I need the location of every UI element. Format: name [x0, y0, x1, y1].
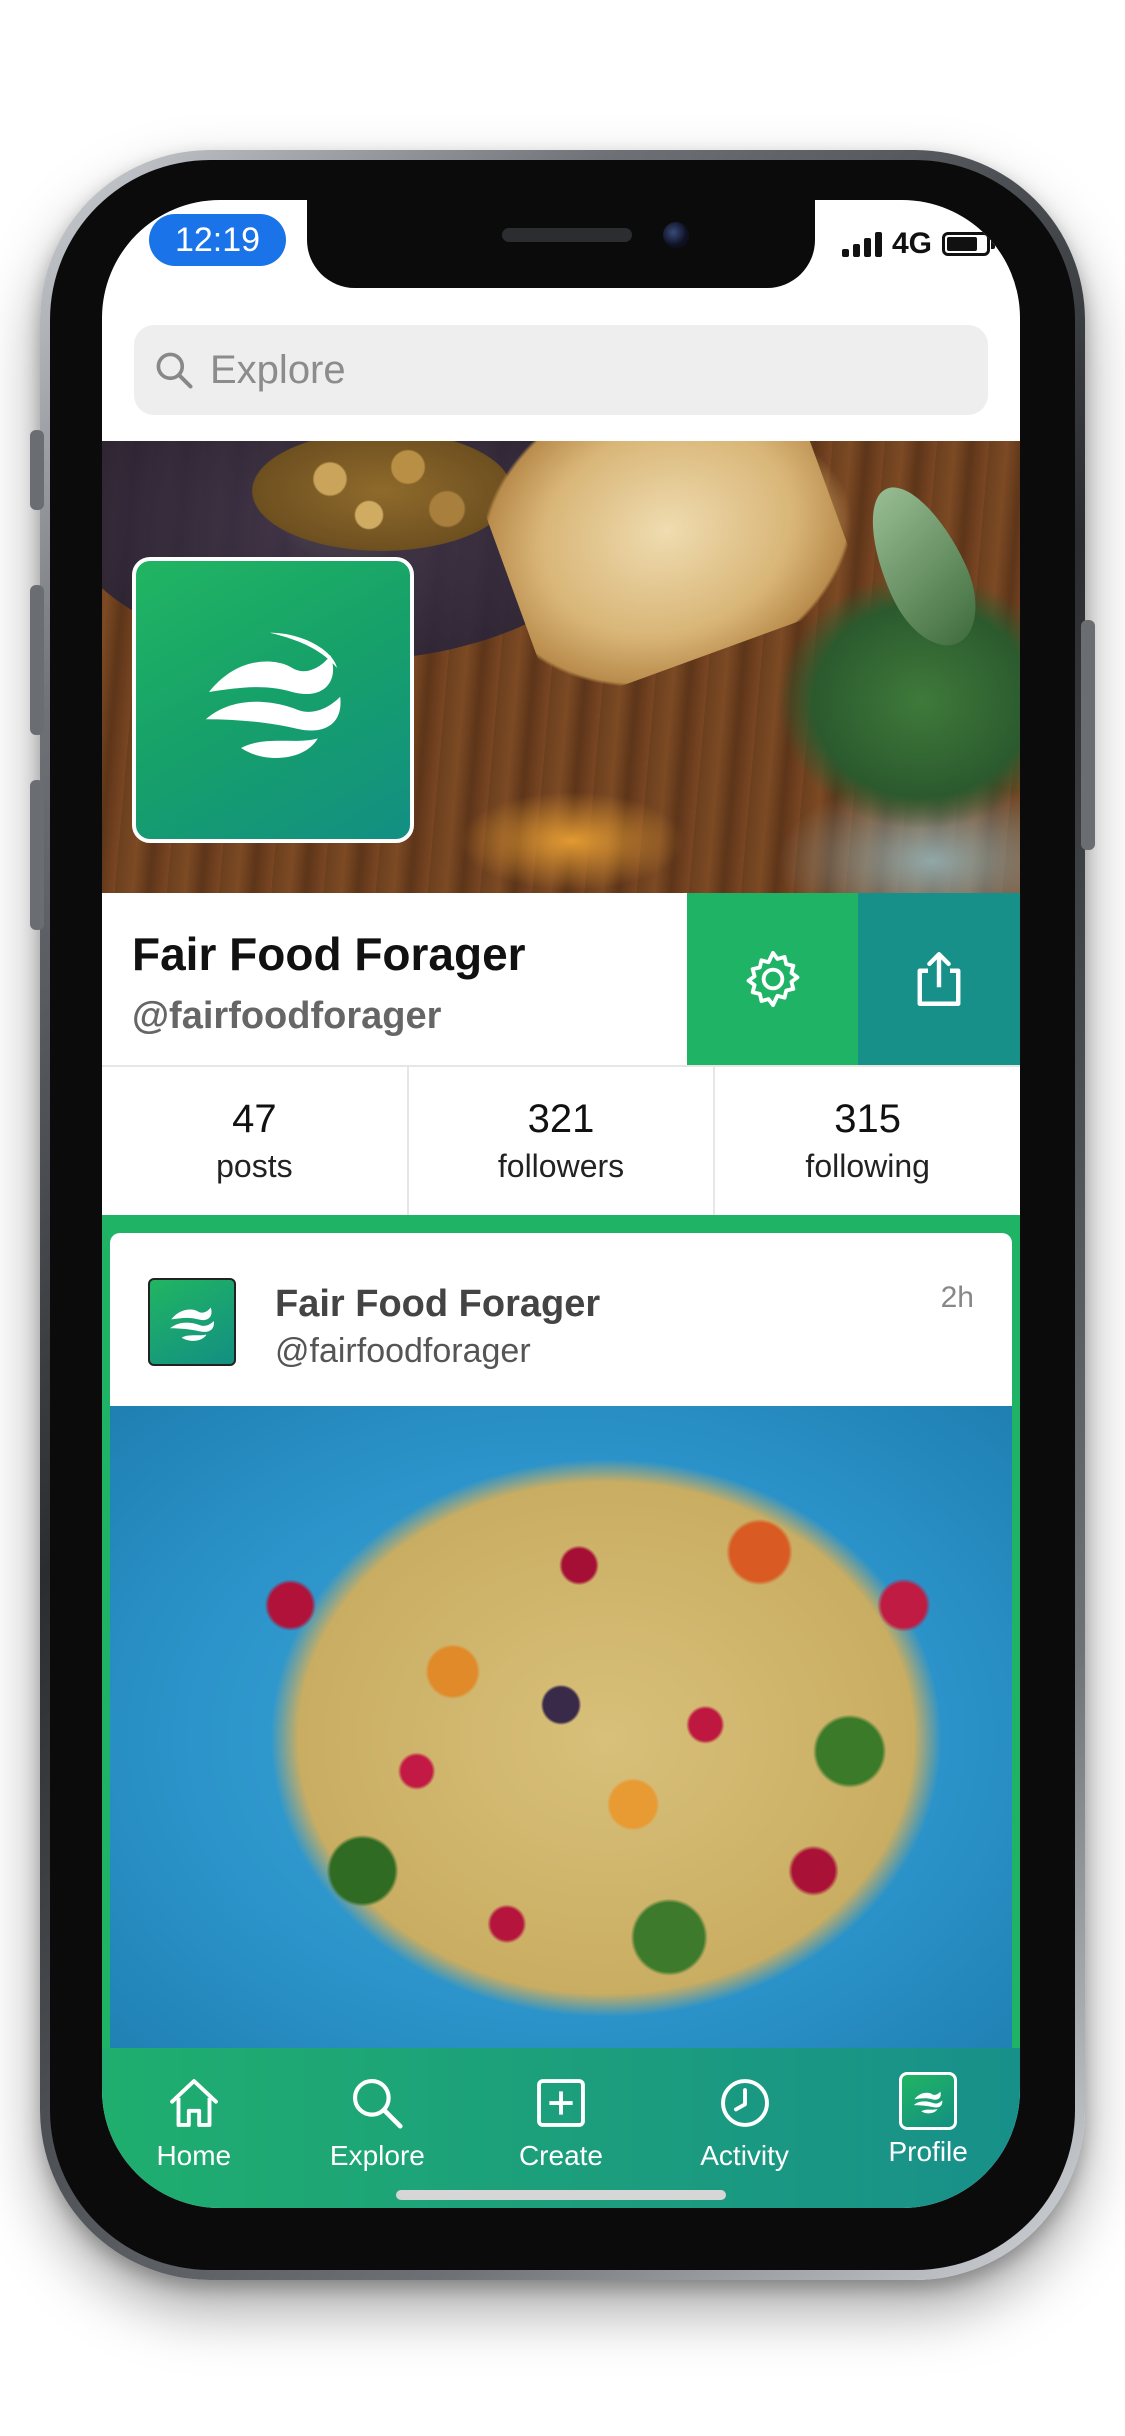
- status-indicators: 4G: [841, 224, 995, 264]
- tab-label: Profile: [888, 2136, 968, 2167]
- plus-square-icon: [537, 2079, 585, 2127]
- volume-down-button: [30, 780, 44, 930]
- cover-flatbread: [467, 441, 867, 710]
- brand-logo-icon: [205, 632, 341, 758]
- profile-logo-icon: [899, 2072, 958, 2130]
- post-feed: Fair Food Forager @fairfoodforager 2h: [102, 1215, 1020, 2070]
- front-camera: [663, 222, 689, 248]
- search-icon: [156, 352, 193, 389]
- tab-explore[interactable]: Explore: [286, 2072, 470, 2208]
- stat-value: 47: [232, 1097, 277, 1141]
- post-image[interactable]: [110, 1406, 1012, 2070]
- battery-icon: [942, 232, 995, 256]
- speaker-grille: [502, 228, 632, 242]
- stat-value: 321: [527, 1097, 595, 1141]
- stat-label: following: [805, 1148, 930, 1184]
- tab-create[interactable]: Create: [469, 2072, 653, 2208]
- stat-label: posts: [216, 1148, 293, 1184]
- profile-header: Fair Food Forager @fairfoodforager: [102, 893, 1020, 1065]
- battery-level: [947, 237, 978, 251]
- share-button[interactable]: [858, 893, 1020, 1065]
- tab-bar: Home Explore Create Activity Profile: [102, 2048, 1020, 2208]
- tab-label: Activity: [700, 2140, 789, 2171]
- tab-label: Create: [518, 2140, 603, 2171]
- power-button: [1081, 620, 1095, 850]
- profile-stats: 47 posts 321 followers 315 following: [102, 1065, 1020, 1215]
- signal-icon: [841, 231, 882, 257]
- network-label: 4G: [891, 227, 932, 260]
- home-indicator[interactable]: [396, 2190, 726, 2200]
- clock-icon: [720, 2079, 769, 2127]
- post-timestamp: 2h: [940, 1281, 974, 1314]
- tab-home[interactable]: Home: [102, 2072, 286, 2208]
- volume-up-button: [30, 585, 44, 735]
- profile-avatar-logo[interactable]: [132, 557, 414, 843]
- tab-profile[interactable]: Profile: [836, 2072, 1020, 2208]
- cover-leaf: [849, 472, 995, 660]
- post-header: Fair Food Forager @fairfoodforager 2h: [110, 1233, 1012, 1406]
- brand-logo-icon: [170, 1307, 214, 1341]
- mute-switch: [30, 430, 44, 510]
- gear-icon: [746, 950, 799, 1008]
- tab-label: Home: [156, 2140, 232, 2171]
- search-icon: [353, 2078, 403, 2129]
- cover-photo: [102, 441, 1020, 893]
- share-icon: [917, 952, 961, 1006]
- search-bar[interactable]: [134, 325, 988, 415]
- stat-label: followers: [497, 1148, 625, 1184]
- screen: 12:19 4G Explore Fair Food Forager @fair…: [102, 200, 1020, 2208]
- stat-following[interactable]: 315 following: [715, 1067, 1020, 1215]
- brand-logo-icon: [913, 2091, 943, 2114]
- status-time[interactable]: 12:19: [149, 214, 286, 266]
- post-card[interactable]: Fair Food Forager @fairfoodforager 2h: [110, 1233, 1012, 2070]
- post-author-name[interactable]: Fair Food Forager: [275, 1283, 600, 1326]
- home-icon: [169, 2079, 218, 2127]
- search-input[interactable]: [210, 347, 910, 393]
- stat-value: 315: [834, 1097, 902, 1141]
- notch: [307, 200, 815, 288]
- post-author-handle[interactable]: @fairfoodforager: [275, 1332, 531, 1371]
- profile-name: Fair Food Forager: [132, 928, 526, 980]
- tab-label: Explore: [329, 2140, 425, 2171]
- profile-handle: @fairfoodforager: [132, 995, 442, 1037]
- stat-posts[interactable]: 47 posts: [102, 1067, 409, 1215]
- tab-activity[interactable]: Activity: [653, 2072, 837, 2208]
- post-avatar[interactable]: [148, 1278, 236, 1366]
- settings-button[interactable]: [687, 893, 858, 1065]
- stat-followers[interactable]: 321 followers: [409, 1067, 716, 1215]
